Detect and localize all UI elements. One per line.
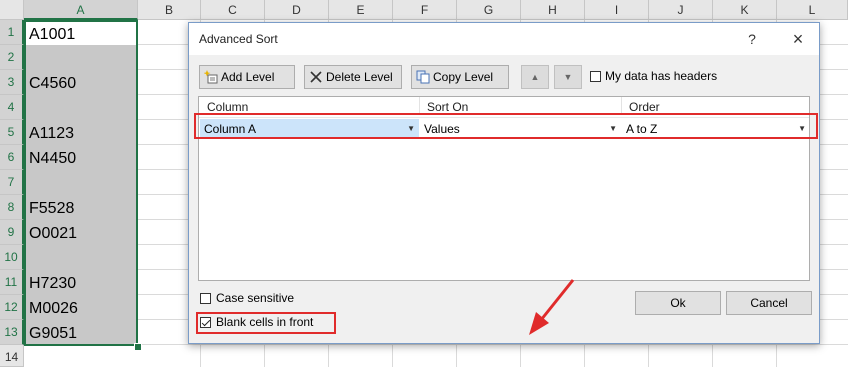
row-header-14[interactable]: 14 bbox=[0, 345, 24, 367]
delete-level-button[interactable]: Delete Level bbox=[304, 65, 402, 89]
column-dropdown-value: Column A bbox=[204, 122, 257, 136]
select-all-corner[interactable] bbox=[0, 0, 24, 20]
row-header-8[interactable]: 8 bbox=[0, 195, 24, 220]
header-divider bbox=[199, 117, 809, 118]
chevron-down-icon: ▼ bbox=[407, 124, 415, 133]
cell-a7[interactable] bbox=[25, 170, 137, 195]
column-header-i[interactable]: I bbox=[585, 0, 649, 20]
sort-on-header-label: Sort On bbox=[427, 100, 469, 114]
cell-a3[interactable]: C4560 bbox=[25, 70, 137, 95]
row-header-7[interactable]: 7 bbox=[0, 170, 24, 195]
column-header-k[interactable]: K bbox=[713, 0, 777, 20]
copy-level-label: Copy Level bbox=[433, 70, 494, 84]
row-header-10[interactable]: 10 bbox=[0, 245, 24, 270]
case-sensitive-checkbox[interactable] bbox=[200, 293, 211, 304]
move-up-button[interactable]: ▲ bbox=[521, 65, 549, 89]
column-header-a[interactable]: A bbox=[24, 0, 138, 20]
my-data-has-headers-checkbox[interactable] bbox=[590, 71, 601, 82]
delete-x-icon bbox=[310, 71, 322, 83]
delete-level-label: Delete Level bbox=[326, 70, 393, 84]
column-header-f[interactable]: F bbox=[393, 0, 457, 20]
cell-a11[interactable]: H7230 bbox=[25, 270, 137, 295]
close-button[interactable]: × bbox=[781, 25, 815, 53]
column-header-h[interactable]: H bbox=[521, 0, 585, 20]
grid-line bbox=[24, 344, 848, 345]
my-data-has-headers-label: My data has headers bbox=[605, 69, 718, 83]
chevron-down-icon: ▼ bbox=[798, 124, 806, 133]
add-level-label: Add Level bbox=[221, 70, 275, 84]
row-header-3[interactable]: 3 bbox=[0, 70, 24, 95]
cell-a13[interactable]: G9051 bbox=[25, 320, 137, 345]
row-header-2[interactable]: 2 bbox=[0, 45, 24, 70]
header-separator bbox=[419, 97, 420, 115]
advanced-sort-dialog: Advanced Sort ? × Add Level Delete Level… bbox=[188, 22, 820, 344]
dialog-titlebar[interactable]: Advanced Sort ? × bbox=[189, 23, 819, 55]
sort-levels-list[interactable]: Column Sort On Order Column A ▼ Values ▼… bbox=[198, 96, 810, 281]
cell-a1[interactable]: A1001 bbox=[25, 21, 137, 45]
order-dropdown[interactable]: A to Z ▼ bbox=[622, 119, 810, 139]
column-dropdown[interactable]: Column A ▼ bbox=[200, 119, 419, 139]
cell-a10[interactable] bbox=[25, 245, 137, 270]
blank-cells-in-front-checkbox[interactable] bbox=[200, 317, 211, 328]
cell-a12[interactable]: M0026 bbox=[25, 295, 137, 320]
column-header-l[interactable]: L bbox=[777, 0, 848, 20]
add-level-button[interactable]: Add Level bbox=[199, 65, 295, 89]
row-header-1[interactable]: 1 bbox=[0, 20, 24, 45]
add-level-icon bbox=[204, 70, 218, 84]
chevron-down-icon: ▼ bbox=[609, 124, 617, 133]
fill-handle[interactable] bbox=[134, 343, 142, 351]
copy-icon bbox=[416, 70, 430, 84]
cell-a9[interactable]: O0021 bbox=[25, 220, 137, 245]
move-down-button[interactable]: ▼ bbox=[554, 65, 582, 89]
column-header-j[interactable]: J bbox=[649, 0, 713, 20]
copy-level-button[interactable]: Copy Level bbox=[411, 65, 509, 89]
column-header-b[interactable]: B bbox=[138, 0, 201, 20]
row-header-11[interactable]: 11 bbox=[0, 270, 24, 295]
order-header-label: Order bbox=[629, 100, 660, 114]
order-dropdown-value: A to Z bbox=[626, 122, 658, 136]
cell-a8[interactable]: F5528 bbox=[25, 195, 137, 220]
case-sensitive-label: Case sensitive bbox=[216, 291, 295, 305]
cell-a5[interactable]: A1123 bbox=[25, 120, 137, 145]
column-header-g[interactable]: G bbox=[457, 0, 521, 20]
cell-a6[interactable]: N4450 bbox=[25, 145, 137, 170]
blank-cells-in-front-label: Blank cells in front bbox=[216, 315, 314, 329]
row-header-13[interactable]: 13 bbox=[0, 320, 24, 345]
header-separator bbox=[621, 97, 622, 115]
sort-on-dropdown-value: Values bbox=[424, 122, 460, 136]
ok-button[interactable]: Ok bbox=[635, 291, 721, 315]
cell-a2[interactable] bbox=[25, 45, 137, 70]
row-header-4[interactable]: 4 bbox=[0, 95, 24, 120]
cell-a4[interactable] bbox=[25, 95, 137, 120]
dialog-title: Advanced Sort bbox=[199, 32, 278, 46]
row-header-9[interactable]: 9 bbox=[0, 220, 24, 245]
help-button[interactable]: ? bbox=[735, 25, 769, 53]
row-header-6[interactable]: 6 bbox=[0, 145, 24, 170]
column-header-c[interactable]: C bbox=[201, 0, 265, 20]
column-header-label: Column bbox=[207, 100, 249, 114]
cancel-button[interactable]: Cancel bbox=[726, 291, 812, 315]
sort-on-dropdown[interactable]: Values ▼ bbox=[420, 119, 621, 139]
column-header-d[interactable]: D bbox=[265, 0, 329, 20]
row-header-12[interactable]: 12 bbox=[0, 295, 24, 320]
column-header-e[interactable]: E bbox=[329, 0, 393, 20]
annotation-arrow-icon bbox=[529, 279, 575, 335]
row-header-5[interactable]: 5 bbox=[0, 120, 24, 145]
